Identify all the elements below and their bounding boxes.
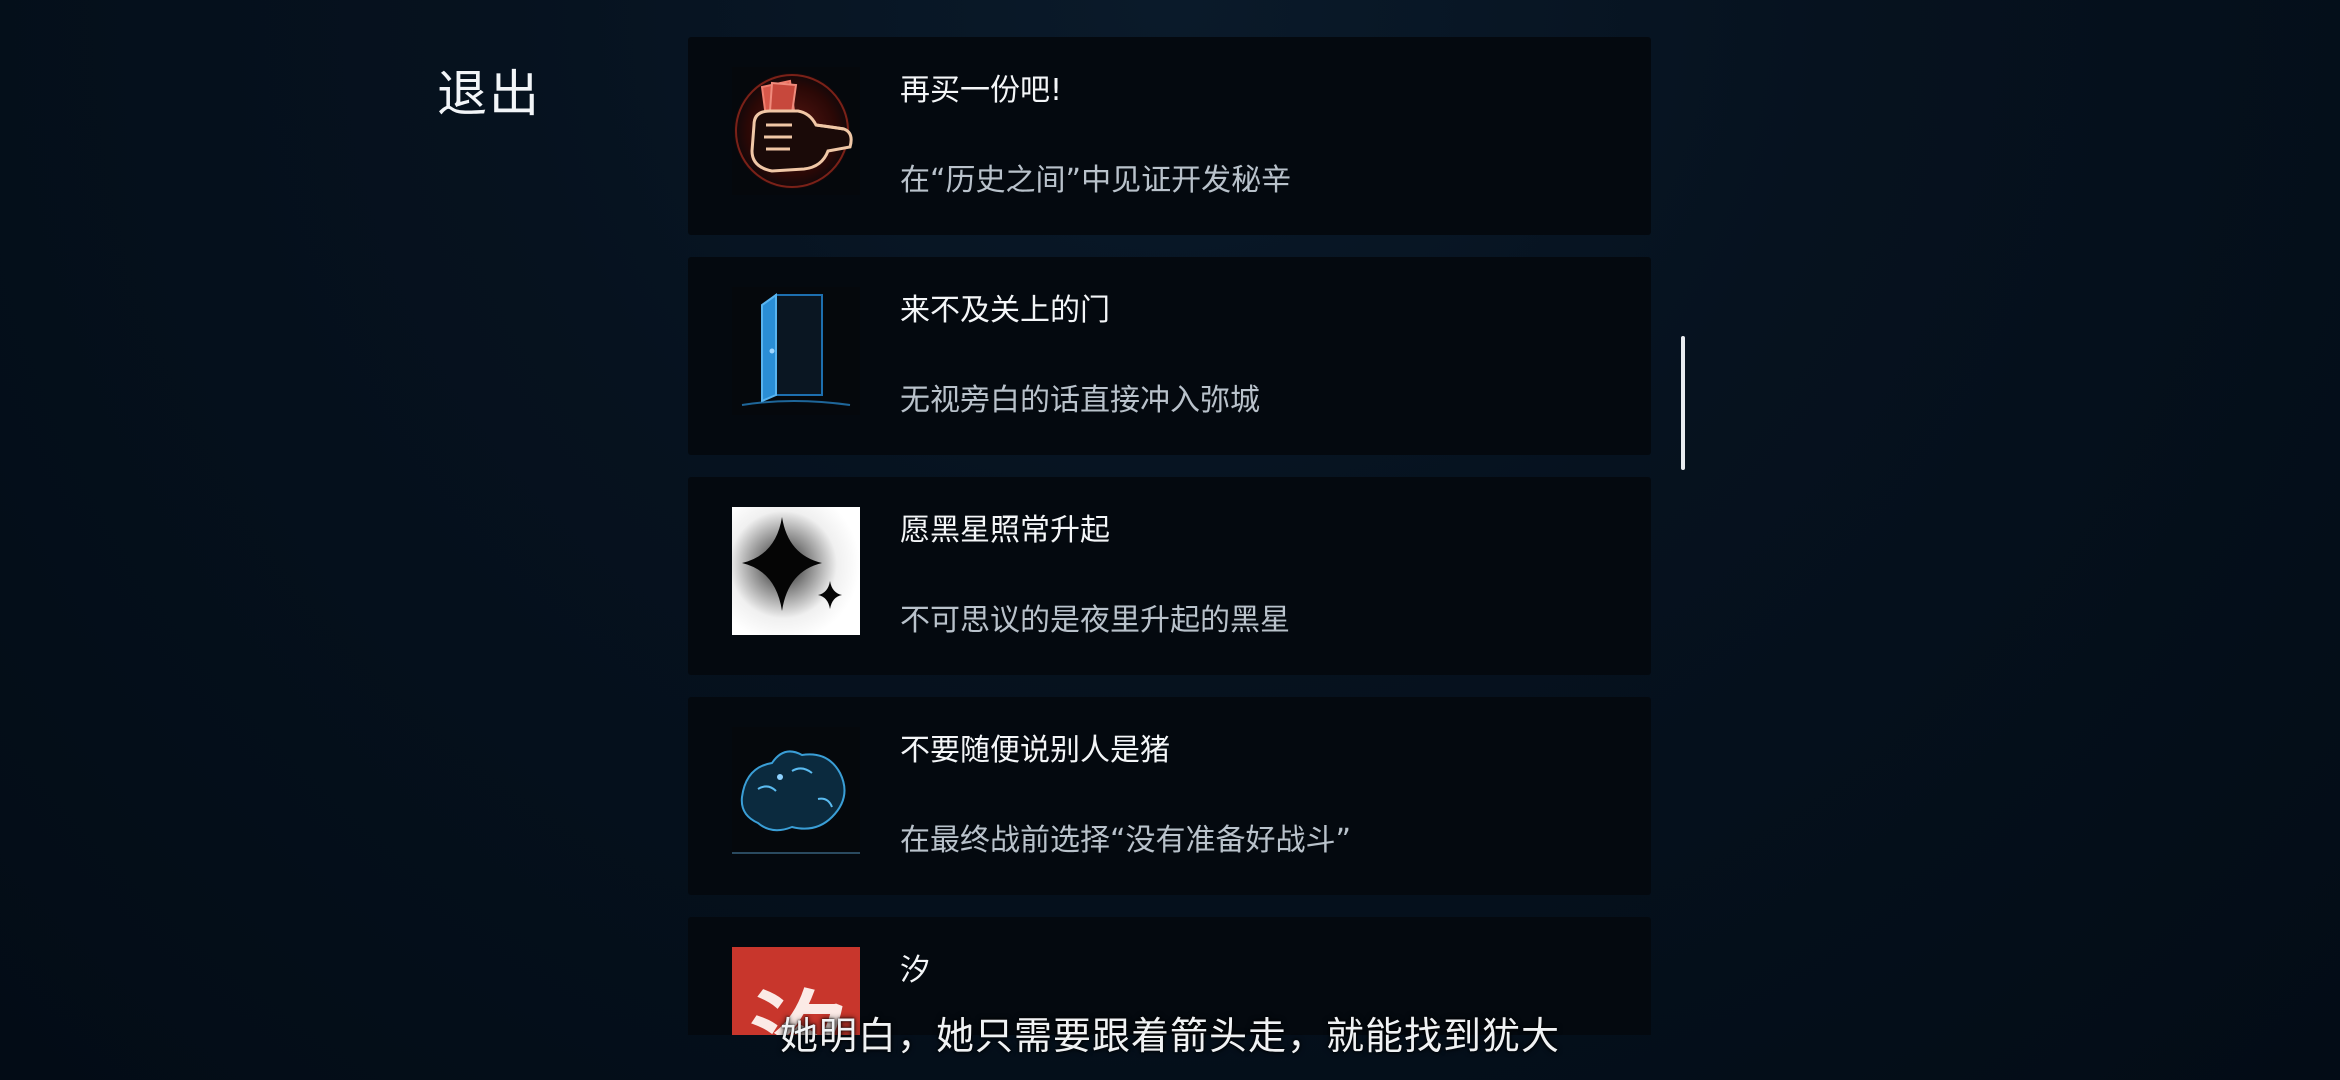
scrollbar-thumb[interactable] <box>1681 336 1685 470</box>
achievement-card[interactable]: 愿黑星照常升起 不可思议的是夜里升起的黑星 <box>688 477 1651 675</box>
open-door-icon <box>732 287 860 415</box>
dialogue-subtitle-text: 她明白，她只需要跟着箭头走，就能找到犹大 <box>779 1014 1560 1058</box>
exit-button[interactable]: 退出 <box>437 54 541 126</box>
achievement-card[interactable]: 再买一份吧! 在“历史之间”中见证开发秘辛 <box>688 37 1651 235</box>
achievement-card[interactable]: 不要随便说别人是猪 在最终战前选择“没有准备好战斗” <box>688 697 1651 895</box>
dialogue-subtitle: 她明白，她只需要跟着箭头走，就能找到犹大 <box>0 1005 2340 1060</box>
achievement-title: 再买一份吧! <box>900 73 1063 108</box>
achievement-title: 愿黑星照常升起 <box>900 513 1110 548</box>
achievement-desc: 不可思议的是夜里升起的黑星 <box>900 603 1290 638</box>
achievement-title: 不要随便说别人是猪 <box>900 733 1170 768</box>
achievement-title: 汐 <box>900 953 930 988</box>
fist-holding-money-icon <box>732 67 860 195</box>
achievement-card[interactable]: 来不及关上的门 无视旁白的话直接冲入弥城 <box>688 257 1651 455</box>
pig-silhouette-icon <box>732 727 860 855</box>
achievement-desc: 在“历史之间”中见证开发秘辛 <box>900 163 1292 198</box>
achievement-desc: 在最终战前选择“没有准备好战斗” <box>900 823 1352 858</box>
achievement-list[interactable]: 再买一份吧! 在“历史之间”中见证开发秘辛 来不及关上的门 无视旁白的话直接冲入… <box>688 37 1651 1035</box>
black-star-icon <box>732 507 860 635</box>
achievement-desc: 无视旁白的话直接冲入弥城 <box>900 383 1260 418</box>
achievement-title: 来不及关上的门 <box>900 293 1110 328</box>
